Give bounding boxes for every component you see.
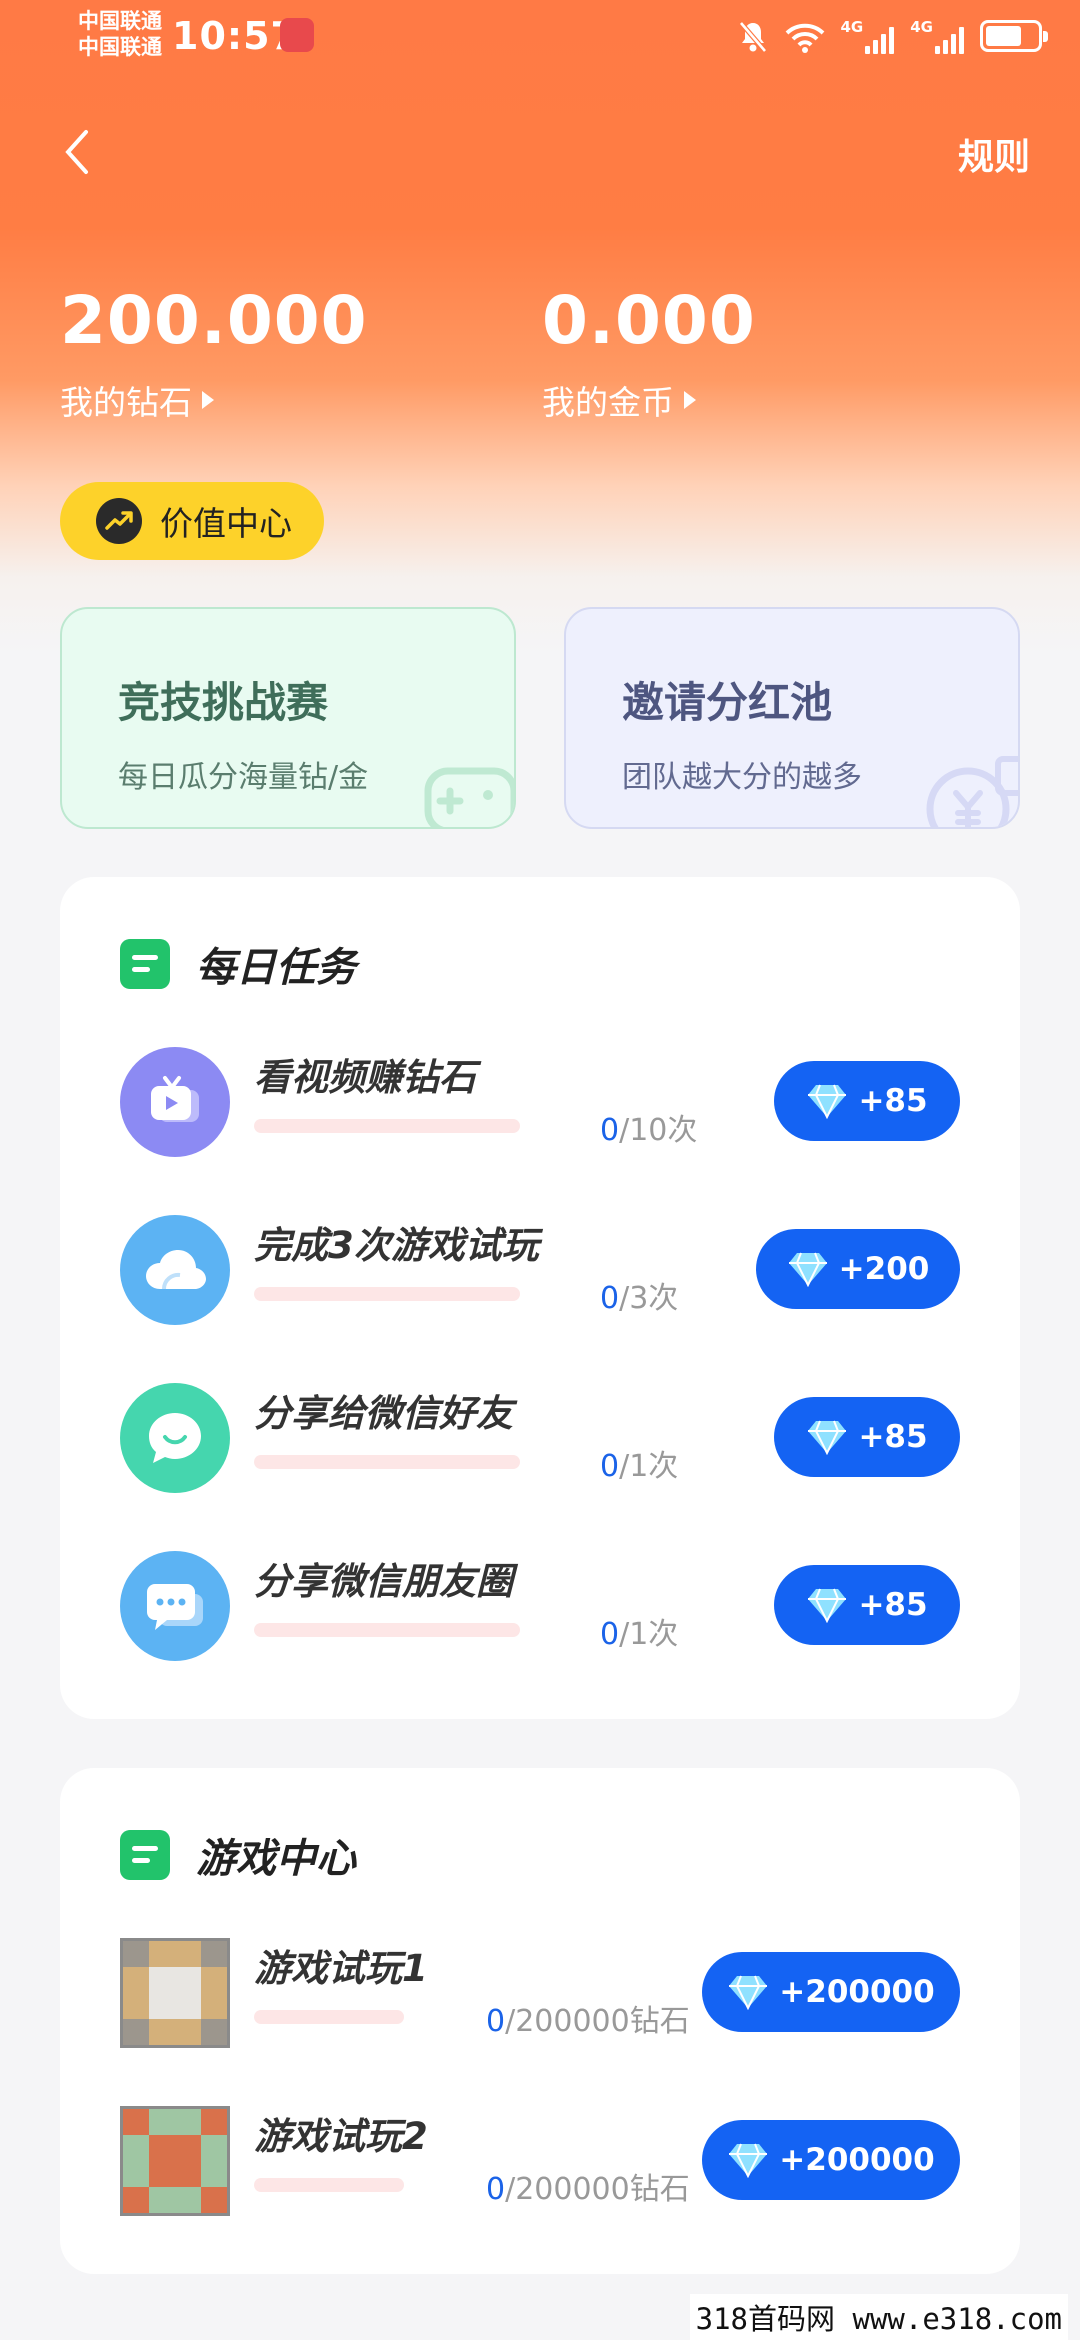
value-center-label: 价值中心 xyxy=(160,504,292,543)
coin-balance[interactable]: 0.000 我的金币 xyxy=(542,280,756,424)
task-name: 完成3次游戏试玩 xyxy=(254,1224,539,1267)
reward-button[interactable]: +200 xyxy=(756,1229,960,1309)
game-center-card: 游戏中心 游戏试玩1 0/200000钻石 +200000 游戏试玩2 0/20… xyxy=(60,1768,1020,2274)
daily-tasks-header: 每日任务 xyxy=(120,935,356,993)
reward-button[interactable]: +200000 xyxy=(702,1952,960,2032)
task-name: 分享给微信好友 xyxy=(254,1392,513,1435)
signal-2-icon: 4G xyxy=(910,18,964,54)
tv-play-icon xyxy=(120,1047,230,1157)
game-thumbnail xyxy=(120,2106,230,2216)
watermark: 318首码网 www.e318.com xyxy=(689,2294,1068,2340)
app-notification-icon xyxy=(280,18,314,52)
game-name: 游戏试玩1 xyxy=(254,1947,428,1990)
arena-title: 竞技挑战赛 xyxy=(118,678,329,727)
value-center-button[interactable]: 价值中心 xyxy=(60,482,324,560)
task-progress-text: 0/1次 xyxy=(600,1617,679,1652)
progress-bar xyxy=(254,1455,520,1469)
daily-tasks-title: 每日任务 xyxy=(196,945,356,991)
diamond-balance[interactable]: 200.000 我的钻石 xyxy=(60,280,368,424)
progress-bar xyxy=(254,1623,520,1637)
list-icon xyxy=(120,939,170,989)
back-button[interactable] xyxy=(56,124,100,180)
list-icon xyxy=(120,1830,170,1880)
reward-button[interactable]: +85 xyxy=(774,1397,960,1477)
coin-balance-value: 0.000 xyxy=(542,282,756,359)
task-progress-text: 0/1次 xyxy=(600,1449,679,1484)
task-name: 分享微信朋友圈 xyxy=(254,1560,513,1603)
arrow-right-icon xyxy=(202,391,214,409)
diamond-icon xyxy=(788,1252,827,1287)
arrow-right-icon xyxy=(684,391,696,409)
progress-bar xyxy=(254,1287,520,1301)
chat-dots-icon xyxy=(120,1551,230,1661)
signal-1-icon: 4G xyxy=(841,18,895,54)
invite-dividend-card[interactable]: 邀请分红池 团队越大分的越多 xyxy=(564,607,1020,829)
diamond-icon xyxy=(729,1975,768,2010)
diamond-icon xyxy=(808,1084,847,1119)
reward-button[interactable]: +200000 xyxy=(702,2120,960,2200)
task-row: 完成3次游戏试玩 0/3次 +200 xyxy=(120,1215,960,1335)
mute-bell-icon xyxy=(737,18,769,54)
status-icons: 4G 4G xyxy=(737,18,1048,54)
diamond-icon xyxy=(808,1588,847,1623)
game-row[interactable]: 游戏试玩2 0/200000钻石 +200000 xyxy=(120,2106,960,2226)
carrier-2: 中国联通 xyxy=(78,35,162,59)
diamond-balance-label: 我的钻石 xyxy=(60,376,368,424)
game-center-header: 游戏中心 xyxy=(120,1826,356,1884)
game-center-title: 游戏中心 xyxy=(196,1836,356,1882)
chat-smile-icon xyxy=(120,1383,230,1493)
progress-bar xyxy=(254,2010,404,2024)
gamepad-icon xyxy=(424,767,514,827)
reward-button[interactable]: +85 xyxy=(774,1565,960,1645)
yen-coin-icon xyxy=(926,756,1018,827)
arena-challenge-card[interactable]: 竞技挑战赛 每日瓜分海量钻/金 xyxy=(60,607,516,829)
game-name: 游戏试玩2 xyxy=(254,2115,428,2158)
task-progress-text: 0/3次 xyxy=(600,1281,679,1316)
task-name: 看视频赚钻石 xyxy=(254,1056,476,1099)
battery-icon xyxy=(980,20,1048,52)
coin-balance-label: 我的金币 xyxy=(542,376,756,424)
task-row: 分享给微信好友 0/1次 +85 xyxy=(120,1383,960,1503)
rules-link[interactable]: 规则 xyxy=(958,128,1030,180)
progress-bar xyxy=(254,2178,404,2192)
game-progress-text: 0/200000钻石 xyxy=(486,2004,690,2039)
status-bar: 中国联通 中国联通 10:57 4G 4G xyxy=(0,0,1080,72)
game-thumbnail xyxy=(120,1938,230,2048)
wifi-icon xyxy=(785,18,825,54)
task-row: 看视频赚钻石 0/10次 +85 xyxy=(120,1047,960,1167)
chevron-left-icon xyxy=(65,130,88,174)
daily-tasks-card: 每日任务 看视频赚钻石 0/10次 +85 完成3次游戏试玩 0/3次 +200… xyxy=(60,877,1020,1719)
invite-title: 邀请分红池 xyxy=(622,678,833,727)
task-progress-text: 0/10次 xyxy=(600,1113,698,1148)
cloud-icon xyxy=(120,1215,230,1325)
trending-up-icon xyxy=(96,498,142,544)
carrier-names: 中国联通 中国联通 xyxy=(78,8,162,60)
progress-bar xyxy=(254,1119,520,1133)
game-row[interactable]: 游戏试玩1 0/200000钻石 +200000 xyxy=(120,1938,960,2058)
diamond-balance-value: 200.000 xyxy=(60,282,368,359)
reward-button[interactable]: +85 xyxy=(774,1061,960,1141)
diamond-icon xyxy=(729,2143,768,2178)
carrier-1: 中国联通 xyxy=(78,9,162,33)
task-row: 分享微信朋友圈 0/1次 +85 xyxy=(120,1551,960,1671)
diamond-icon xyxy=(808,1420,847,1455)
game-progress-text: 0/200000钻石 xyxy=(486,2172,690,2207)
